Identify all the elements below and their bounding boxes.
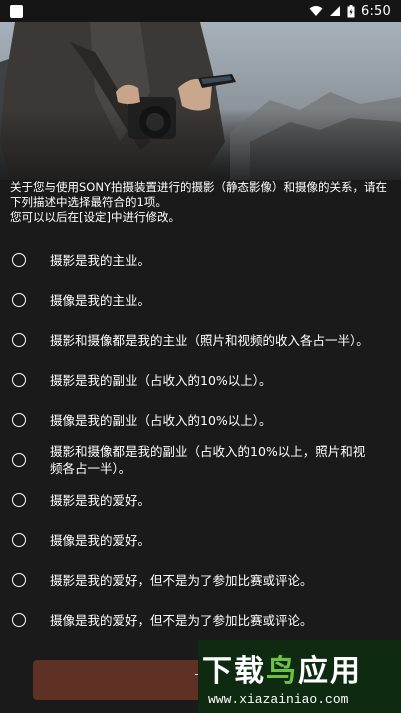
option-label: 摄影是我的爱好，但不是为了参加比赛或评论。: [50, 572, 313, 588]
radio-button[interactable]: [12, 293, 26, 307]
radio-button[interactable]: [12, 533, 26, 547]
option-label: 摄影和摄像都是我的主业（照片和视频的收入各占一半）。: [50, 332, 369, 348]
option-item[interactable]: 摄影和摄像都是我的副业（占收入的10%以上，照片和视频各占一半）。: [0, 440, 401, 480]
wifi-icon: [309, 6, 323, 16]
option-item[interactable]: 摄像是我的主业。: [0, 280, 401, 320]
option-label: 摄影是我的主业。: [50, 252, 151, 268]
option-label: 摄像是我的爱好。: [50, 532, 151, 548]
hero-photo: [0, 22, 401, 180]
option-label: 摄像是我的副业（占收入的10%以上）。: [50, 412, 272, 428]
radio-button[interactable]: [12, 453, 26, 467]
option-item[interactable]: 摄影是我的副业（占收入的10%以上）。: [0, 360, 401, 400]
radio-button[interactable]: [12, 333, 26, 347]
option-item[interactable]: 摄像是我的副业（占收入的10%以上）。: [0, 400, 401, 440]
status-bar: 6:50: [0, 0, 401, 22]
option-item[interactable]: 摄影是我的爱好，但不是为了参加比赛或评论。: [0, 560, 401, 600]
watermark-brand-1: 下载: [202, 654, 266, 689]
intro-text: 关于您与使用SONY拍摄装置进行的摄影（静态影像）和摄像的关系，请在下列描述中选…: [10, 180, 392, 225]
radio-button[interactable]: [12, 373, 26, 387]
status-time: 6:50: [361, 3, 391, 19]
radio-button[interactable]: [12, 493, 26, 507]
radio-button[interactable]: [12, 573, 26, 587]
intro-question: 关于您与使用SONY拍摄装置进行的摄影（静态影像）和摄像的关系，请在下列描述中选…: [10, 180, 387, 209]
option-item[interactable]: 摄影是我的爱好。: [0, 480, 401, 520]
option-label: 摄像是我的主业。: [50, 292, 151, 308]
notification-icon: [10, 4, 23, 18]
option-label: 摄影是我的副业（占收入的10%以上）。: [50, 372, 272, 388]
cell-signal-icon: [330, 6, 340, 16]
intro-note: 您可以以后在[设定]中进行修改。: [10, 210, 180, 224]
radio-button[interactable]: [12, 413, 26, 427]
radio-button[interactable]: [12, 253, 26, 267]
option-item[interactable]: 摄像是我的爱好。: [0, 520, 401, 560]
option-label: 摄像是我的爱好，但不是为了参加比赛或评论。: [50, 612, 313, 628]
option-item[interactable]: 摄像是我的爱好，但不是为了参加比赛或评论。: [0, 600, 401, 640]
status-left: [10, 4, 23, 18]
option-label: 摄影是我的爱好。: [50, 492, 151, 508]
watermark-brand-2: 鸟: [266, 654, 298, 689]
battery-icon: [347, 4, 355, 17]
option-item[interactable]: 摄影是我的主业。: [0, 240, 401, 280]
watermark-brand-3: 应用: [298, 654, 362, 689]
option-label: 摄影和摄像都是我的副业（占收入的10%以上，照片和视频各占一半）。: [50, 444, 366, 476]
radio-button[interactable]: [12, 613, 26, 627]
watermark: 下载鸟应用 www.xiazainiao.com: [198, 640, 401, 713]
option-item[interactable]: 摄影和摄像都是我的主业（照片和视频的收入各占一半）。: [0, 320, 401, 360]
watermark-url: www.xiazainiao.com: [208, 692, 349, 707]
hero-illustration: [0, 22, 401, 180]
status-right: 6:50: [309, 4, 391, 19]
watermark-logo: 下载鸟应用: [202, 646, 362, 690]
options-list: 摄影是我的主业。 摄像是我的主业。 摄影和摄像都是我的主业（照片和视频的收入各占…: [0, 240, 401, 640]
